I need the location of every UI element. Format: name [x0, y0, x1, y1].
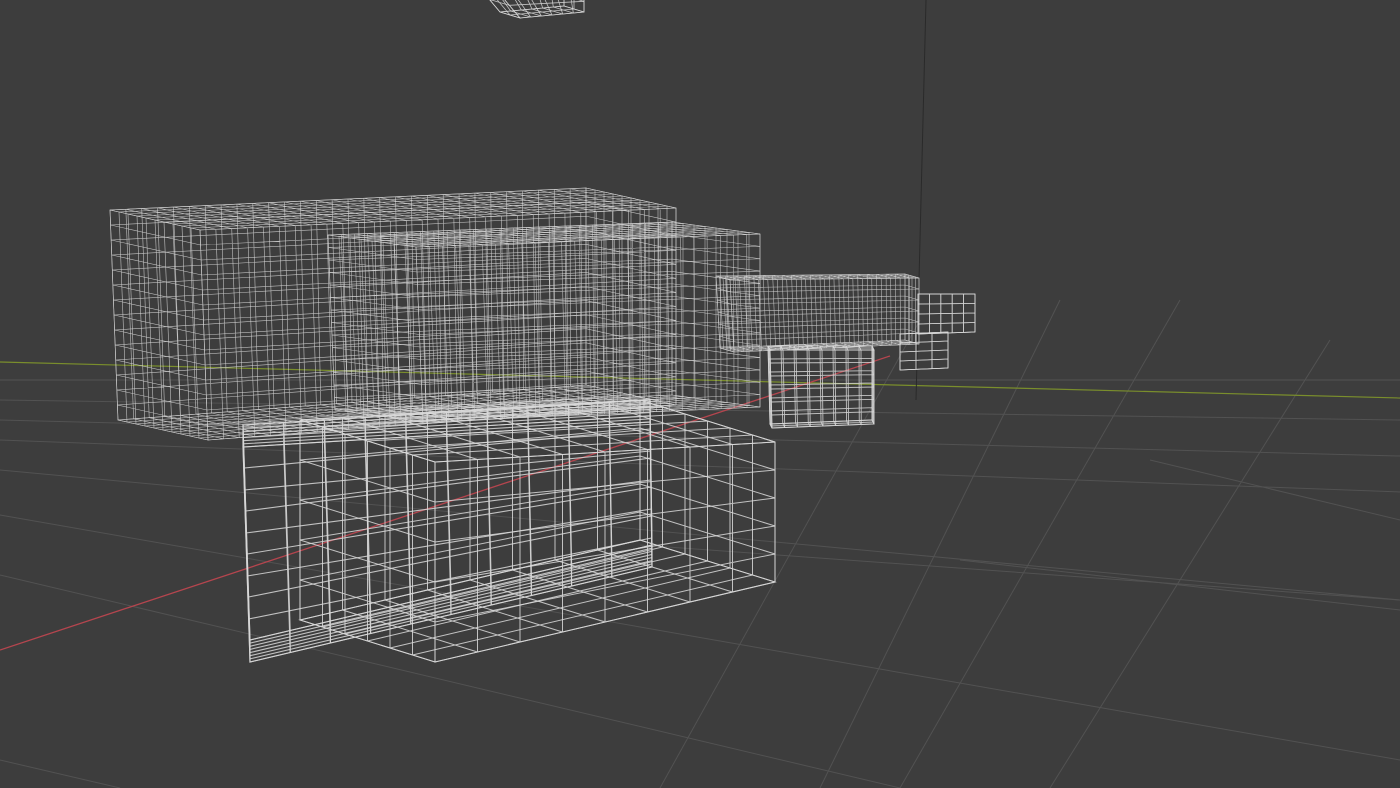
grid-line [959, 559, 1400, 611]
floor-grid [0, 299, 1400, 788]
mesh-objects [109, 0, 976, 663]
z-axis-line [915, 0, 927, 401]
grid-line [899, 299, 1181, 788]
grid-line [0, 759, 121, 788]
small-leg-block[interactable] [767, 345, 875, 429]
lower-leg-block[interactable] [242, 399, 653, 663]
grid-line [1049, 339, 1331, 788]
neck-block[interactable] [715, 273, 920, 353]
grid-line [819, 299, 1061, 788]
grid-line [1149, 459, 1400, 521]
grid-line [659, 319, 921, 788]
viewport-canvas[interactable] [0, 0, 1400, 788]
head-block[interactable] [917, 293, 976, 335]
grid-line [0, 439, 1400, 493]
grid-line [639, 544, 1400, 601]
3d-viewport[interactable] [0, 0, 1400, 788]
grid-line [0, 574, 901, 788]
top-fragment-block[interactable] [468, 0, 585, 19]
grid-line [0, 514, 1400, 761]
head-stub-block[interactable] [899, 331, 949, 371]
